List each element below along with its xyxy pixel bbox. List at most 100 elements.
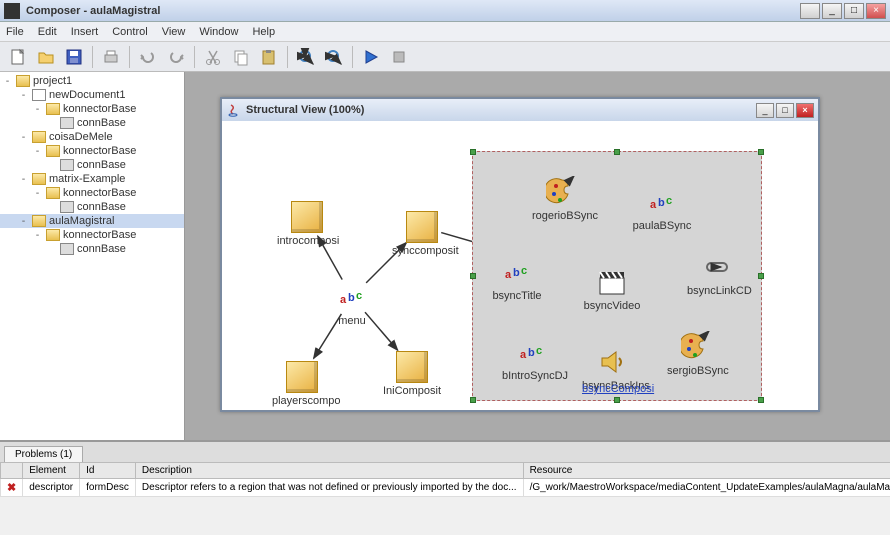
diagram-node-sergioBSync[interactable]: sergioBSync [667, 331, 727, 377]
tree-item[interactable]: -coisaDeMele [0, 130, 184, 144]
svg-text:b: b [348, 292, 355, 304]
tree-root-label: project1 [33, 75, 72, 87]
paste-icon[interactable] [257, 45, 281, 69]
tree-item[interactable]: -newDocument1 [0, 88, 184, 102]
stop-icon[interactable] [387, 45, 411, 69]
print-icon[interactable] [99, 45, 123, 69]
tree-item[interactable]: connBase [0, 116, 184, 130]
problems-tabs: Problems (1) [0, 442, 890, 462]
svg-text:a: a [340, 294, 347, 306]
diagram-node-bsyncComposi[interactable]: bsyncComposi [582, 383, 642, 395]
menu-help[interactable]: Help [252, 26, 275, 38]
menu-file[interactable]: File [6, 26, 24, 38]
resize-handle[interactable] [758, 273, 764, 279]
zoom-in-icon[interactable] [294, 45, 318, 69]
diagram-node-bsyncLinkCD[interactable]: bsyncLinkCD [687, 251, 747, 297]
problems-table[interactable]: Element Id Description Resource ✖ descri… [0, 462, 890, 535]
resize-handle[interactable] [470, 273, 476, 279]
tree-item[interactable]: -konnectorBase [0, 228, 184, 242]
problems-panel: Problems (1) Element Id Description Reso… [0, 440, 890, 535]
diagram-node-menu[interactable]: abcmenu [322, 281, 382, 327]
resize-handle[interactable] [614, 397, 620, 403]
menu-window[interactable]: Window [199, 26, 238, 38]
conn-icon [60, 117, 74, 129]
col-resource[interactable]: Resource [523, 463, 890, 479]
structural-view-titlebar[interactable]: Structural View (100%) _ □ × [222, 99, 818, 121]
col-element[interactable]: Element [23, 463, 80, 479]
close-button[interactable]: × [866, 3, 886, 19]
diagram-node-paulaBSync[interactable]: abcpaulaBSync [632, 186, 692, 232]
error-icon: ✖ [7, 482, 16, 494]
copy-icon[interactable] [229, 45, 253, 69]
menu-view[interactable]: View [162, 26, 186, 38]
tree-item-label: matrix-Example [49, 173, 125, 185]
redo-icon[interactable] [164, 45, 188, 69]
tree-item[interactable]: -aulaMagistral [0, 214, 184, 228]
resize-handle[interactable] [758, 397, 764, 403]
sys-blank-button[interactable] [800, 3, 820, 19]
conn-icon [60, 243, 74, 255]
diagram-node-bsyncTitle[interactable]: abcbsyncTitle [487, 256, 547, 302]
tree-item[interactable]: connBase [0, 242, 184, 256]
structural-view-title: Structural View (100%) [246, 104, 754, 116]
tree-item[interactable]: -konnectorBase [0, 186, 184, 200]
diagram-node-introcomposi[interactable]: introcomposi [277, 201, 337, 247]
undo-icon[interactable] [136, 45, 160, 69]
menu-edit[interactable]: Edit [38, 26, 57, 38]
problems-tab[interactable]: Problems (1) [4, 446, 83, 462]
diagram-node-rogerioBSync[interactable]: rogerioBSync [532, 176, 592, 222]
cut-icon[interactable] [201, 45, 225, 69]
tree-item[interactable]: connBase [0, 200, 184, 214]
toolbar-separator [129, 46, 130, 68]
diagram-node-playerscompo[interactable]: playerscompo [272, 361, 332, 407]
node-label: bsyncLinkCD [687, 285, 747, 297]
editor-canvas[interactable]: Structural View (100%) _ □ × [185, 72, 890, 440]
diagram-node-IniComposit[interactable]: IniComposit [382, 351, 442, 397]
sv-close-button[interactable]: × [796, 103, 814, 118]
folder-icon [32, 173, 46, 185]
tree-item[interactable]: -konnectorBase [0, 144, 184, 158]
tree-item-label: connBase [77, 243, 126, 255]
diagram-node-bIntroSyncDJ[interactable]: abcbIntroSyncDJ [502, 336, 562, 382]
menu-control[interactable]: Control [112, 26, 147, 38]
col-id[interactable]: Id [80, 463, 136, 479]
menu-insert[interactable]: Insert [71, 26, 99, 38]
minimize-button[interactable]: _ [822, 3, 842, 19]
svg-text:c: c [536, 345, 542, 357]
resize-handle[interactable] [470, 397, 476, 403]
sv-maximize-button[interactable]: □ [776, 103, 794, 118]
conn-icon [60, 201, 74, 213]
svg-text:a: a [505, 269, 512, 281]
col-icon[interactable] [1, 463, 23, 479]
folder-icon [46, 103, 60, 115]
resize-handle[interactable] [614, 149, 620, 155]
node-label: paulaBSync [632, 220, 692, 232]
resize-handle[interactable] [470, 149, 476, 155]
tree-item-label: konnectorBase [63, 229, 136, 241]
new-icon[interactable] [6, 45, 30, 69]
tree-item-label: newDocument1 [49, 89, 125, 101]
open-icon[interactable] [34, 45, 58, 69]
tree-item[interactable]: connBase [0, 158, 184, 172]
structural-view-body[interactable]: introcomposi synccompositabcmenu playersco… [222, 121, 818, 410]
save-icon[interactable] [62, 45, 86, 69]
diagram-node-bsyncVideo[interactable]: bsyncVideo [582, 266, 642, 312]
node-label: playerscompo [272, 395, 332, 407]
play-icon[interactable] [359, 45, 383, 69]
diagram-node-synccomposit[interactable]: synccomposit [392, 211, 452, 257]
svg-text:b: b [513, 267, 520, 279]
col-description[interactable]: Description [135, 463, 523, 479]
tree-item[interactable]: -matrix-Example [0, 172, 184, 186]
tree-root[interactable]: - project1 [0, 74, 184, 88]
problem-resource: /G_work/MaestroWorkspace/mediaContent_Up… [523, 479, 890, 497]
resize-handle[interactable] [758, 149, 764, 155]
zoom-out-icon[interactable] [322, 45, 346, 69]
tree-item[interactable]: -konnectorBase [0, 102, 184, 116]
problem-row[interactable]: ✖ descriptor formDesc Descriptor refers … [1, 479, 890, 497]
project-tree[interactable]: - project1 -newDocument1-konnectorBaseco… [0, 72, 185, 440]
tree-item-label: connBase [77, 159, 126, 171]
sv-minimize-button[interactable]: _ [756, 103, 774, 118]
window-titlebar: Composer - aulaMagistral _ □ × [0, 0, 890, 22]
maximize-button[interactable]: □ [844, 3, 864, 19]
svg-text:a: a [650, 199, 657, 211]
